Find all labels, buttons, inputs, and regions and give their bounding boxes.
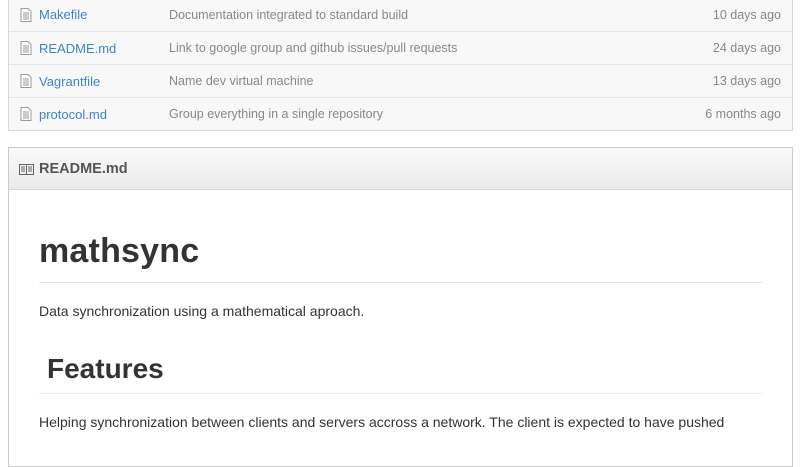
readme-panel: README.md mathsync Data synchronization … [8, 147, 793, 467]
file-icon [19, 73, 33, 89]
file-age: 24 days ago [712, 41, 781, 55]
file-row[interactable]: protocol.md Group everything in a single… [9, 97, 792, 130]
features-heading: Features [39, 321, 762, 394]
book-icon [19, 163, 34, 175]
file-list: Makefile Documentation integrated to sta… [8, 0, 793, 131]
file-icon [19, 106, 33, 122]
file-age: 13 days ago [712, 74, 781, 88]
file-name-link[interactable]: protocol.md [39, 107, 169, 122]
file-icon [19, 7, 33, 23]
file-row[interactable]: README.md Link to google group and githu… [9, 31, 792, 64]
readme-heading: mathsync [39, 190, 762, 283]
commit-message-link[interactable]: Name dev virtual machine [169, 74, 713, 88]
features-paragraph: Helping synchronization between clients … [39, 414, 725, 430]
commit-message-link[interactable]: Link to google group and github issues/p… [169, 41, 713, 55]
commit-message-link[interactable]: Documentation integrated to standard bui… [169, 8, 713, 22]
file-age: 6 months ago [705, 107, 781, 121]
readme-title: README.md [39, 160, 128, 177]
readme-description: Data synchronization using a mathematica… [39, 303, 365, 319]
file-icon [19, 40, 33, 56]
readme-content: mathsync Data synchronization using a ma… [9, 190, 792, 432]
file-row[interactable]: Vagrantfile Name dev virtual machine 13 … [9, 64, 792, 97]
file-name-link[interactable]: Vagrantfile [39, 74, 169, 89]
file-name-link[interactable]: Makefile [39, 7, 169, 22]
file-name-link[interactable]: README.md [39, 41, 169, 56]
file-age: 10 days ago [712, 7, 781, 22]
readme-header: README.md [9, 148, 792, 190]
file-row[interactable]: Makefile Documentation integrated to sta… [9, 0, 792, 31]
commit-message-link[interactable]: Group everything in a single repository [169, 107, 705, 121]
